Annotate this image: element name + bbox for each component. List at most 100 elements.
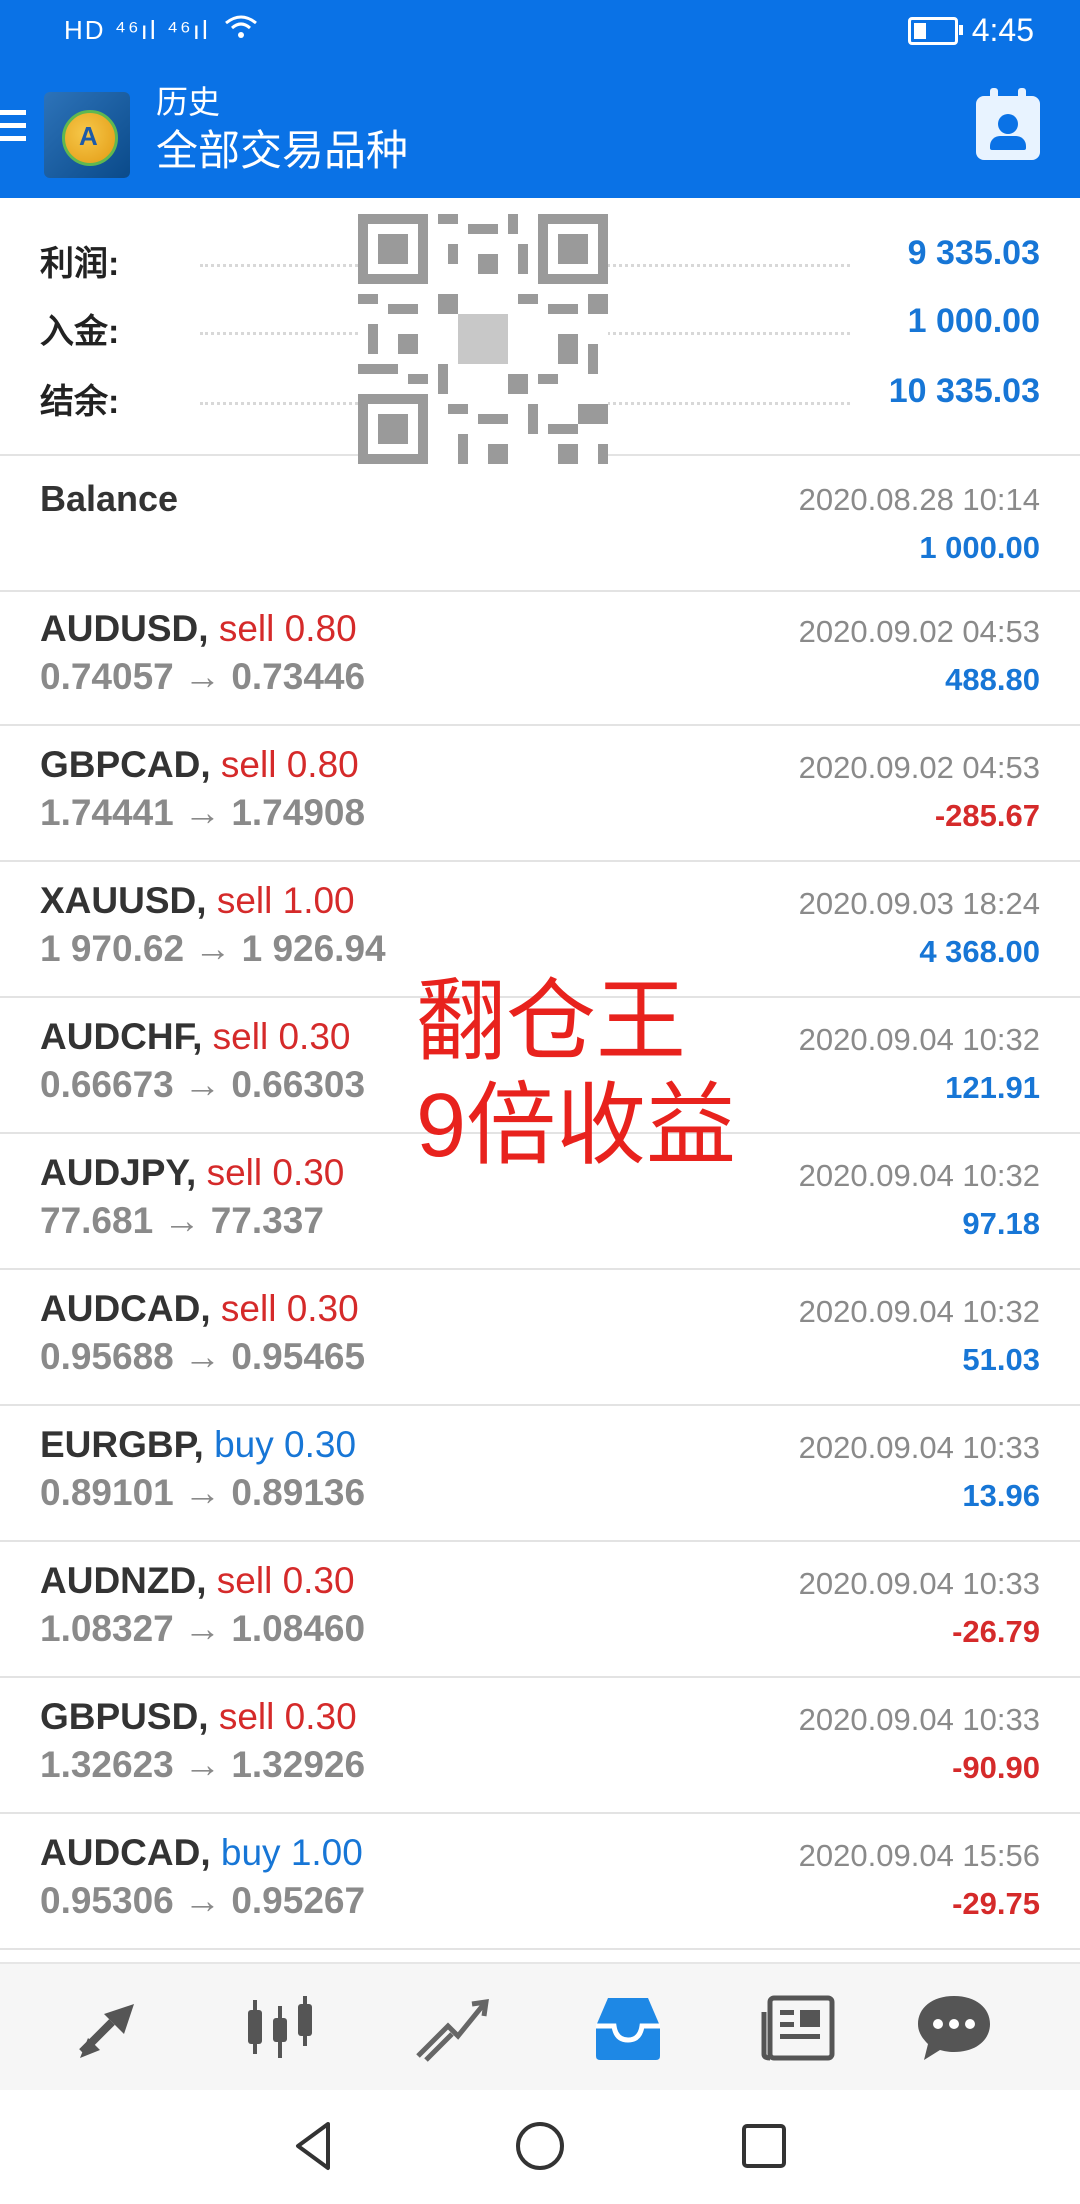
trade-header: AUDUSD, sell 0.80 [40,608,357,650]
trade-prices: 1.08327 → 1.08460 [40,1608,365,1650]
arrow-right-icon: → [163,1200,201,1241]
arrow-right-icon: → [184,656,222,697]
recents-icon[interactable] [734,2116,794,2176]
trade-open-price: 0.89101 [40,1472,174,1513]
balance-entry-time: 2020.08.28 10:14 [798,482,1040,517]
trade-open-price: 0.95688 [40,1336,174,1377]
trade-side: sell [206,1152,263,1193]
wifi-icon [224,14,258,47]
trade-open-price: 1 970.62 [40,928,185,969]
trade-row[interactable]: AUDNZD, sell 0.30 1.08327 → 1.08460 2020… [0,1542,1080,1678]
arrow-right-icon: → [184,1336,222,1377]
trade-profit: -29.75 [952,1886,1040,1921]
calendar-icon[interactable] [976,88,1040,160]
trade-profit: -285.67 [934,798,1040,833]
trade-symbol: AUDCHF, [40,1016,203,1057]
trade-time: 2020.09.04 10:32 [798,1022,1040,1057]
news-icon[interactable] [760,1992,840,2064]
trade-lot: 0.30 [284,1696,357,1737]
arrow-right-icon: → [184,1608,222,1649]
arrow-right-icon: → [184,1472,222,1513]
trade-open-price: 77.681 [40,1200,154,1241]
trade-side: sell [220,1288,277,1329]
chart-icon[interactable] [240,1992,320,2064]
trade-header: GBPCAD, sell 0.80 [40,744,359,786]
trade-close-price: 1.08460 [231,1608,366,1649]
trade-open-price: 0.95306 [40,1880,174,1921]
trade-icon[interactable] [412,1992,492,2064]
trade-lot: 0.80 [286,744,359,785]
list-item-balance[interactable]: Balance 2020.08.28 10:14 1 000.00 [0,456,1080,592]
overlay-line-2: 9倍收益 [416,1076,737,1176]
trade-open-price: 1.32623 [40,1744,174,1785]
trade-row[interactable]: GBPUSD, sell 0.30 1.32623 → 1.32926 2020… [0,1678,1080,1814]
title-symbols[interactable]: 全部交易品种 [156,122,408,180]
trade-close-price: 0.89136 [231,1472,366,1513]
trade-open-price: 1.74441 [40,792,174,833]
trade-profit: 121.91 [945,1070,1040,1105]
page-title: 历史 全部交易品种 [156,82,408,180]
trade-close-price: 0.95267 [231,1880,366,1921]
trade-side-lot: sell 0.80 [221,744,359,785]
trade-profit: -26.79 [952,1614,1040,1649]
trade-side-lot: sell 0.30 [217,1560,355,1601]
trade-time: 2020.09.02 04:53 [798,750,1040,785]
trade-row[interactable]: EURGBP, buy 0.30 0.89101 → 0.89136 2020.… [0,1406,1080,1542]
trade-row[interactable]: AUDCAD, sell 0.30 0.95688 → 0.95465 2020… [0,1270,1080,1406]
trade-symbol: AUDUSD, [40,608,209,649]
trade-lot: 1.00 [282,880,355,921]
balance-value: 10 335.03 [878,372,1040,411]
trade-side: sell [218,1696,275,1737]
trade-header: GBPUSD, sell 0.30 [40,1696,357,1738]
promo-overlay-text: 翻仓王 9倍收益 [416,970,736,1178]
chat-icon[interactable] [914,1992,994,2064]
trade-prices: 1.32623 → 1.32926 [40,1744,365,1786]
trade-profit: 4 368.00 [919,934,1040,969]
trade-side: sell [218,608,275,649]
arrow-right-icon: → [194,928,232,969]
trade-close-price: 0.95465 [231,1336,366,1377]
trade-symbol: AUDNZD, [40,1560,207,1601]
trade-profit: 13.96 [962,1478,1040,1513]
trade-side-lot: sell 0.30 [219,1696,357,1737]
trade-prices: 0.95306 → 0.95267 [40,1880,365,1922]
trade-symbol: GBPUSD, [40,1696,209,1737]
trade-time: 2020.09.04 10:33 [798,1566,1040,1601]
trade-time: 2020.09.03 18:24 [798,886,1040,921]
trade-header: EURGBP, buy 0.30 [40,1424,356,1466]
history-icon[interactable] [588,1992,668,2064]
trade-symbol: AUDCAD, [40,1288,211,1329]
bottom-nav [0,1962,1080,2092]
menu-icon[interactable] [0,110,26,150]
trade-profit: 51.03 [962,1342,1040,1377]
arrow-right-icon: → [184,792,222,833]
profit-value: 9 335.03 [897,234,1040,273]
trade-row[interactable]: GBPCAD, sell 0.80 1.74441 → 1.74908 2020… [0,726,1080,862]
trade-time: 2020.09.04 15:56 [798,1838,1040,1873]
trade-lot: 0.30 [286,1288,359,1329]
trade-header: AUDNZD, sell 0.30 [40,1560,355,1602]
trade-header: AUDCAD, buy 1.00 [40,1832,363,1874]
trade-lot: 0.80 [284,608,357,649]
trade-prices: 0.74057 → 0.73446 [40,656,365,698]
trade-prices: 77.681 → 77.337 [40,1200,324,1242]
trade-header: AUDCHF, sell 0.30 [40,1016,351,1058]
balance-entry-amount: 1 000.00 [919,530,1040,565]
back-icon[interactable] [284,2116,344,2176]
trade-time: 2020.09.02 04:53 [798,614,1040,649]
home-icon[interactable] [510,2116,570,2176]
trade-side-lot: sell 0.80 [219,608,357,649]
app-logo-icon: A [44,92,130,178]
system-nav [0,2090,1080,2204]
quotes-icon[interactable] [68,1992,148,2064]
network-indicators: HD ⁴⁶ıl ⁴⁶ıl [64,14,258,47]
trade-row[interactable]: AUDUSD, sell 0.80 0.74057 → 0.73446 2020… [0,590,1080,726]
trade-row[interactable]: AUDCAD, buy 1.00 0.95306 → 0.95267 2020.… [0,1814,1080,1950]
trade-side-lot: sell 0.30 [207,1152,345,1193]
trade-close-price: 1.32926 [231,1744,366,1785]
clock: 4:45 [971,12,1034,48]
balance-entry-name: Balance [40,478,179,519]
trade-close-price: 77.337 [210,1200,324,1241]
trade-close-price: 1 926.94 [241,928,386,969]
trade-profit: 488.80 [945,662,1040,697]
